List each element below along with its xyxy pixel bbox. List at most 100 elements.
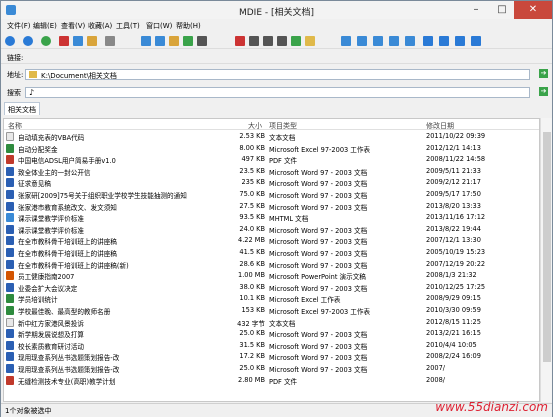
file-row[interactable]: 员工健康指南2007 1.00 MB Microsoft PowerPoint 演示… bbox=[4, 270, 539, 281]
toolbar-button-icon[interactable] bbox=[59, 36, 69, 46]
file-date: 2008/2/24 16:09 bbox=[426, 352, 481, 361]
toolbar-button-icon[interactable] bbox=[455, 36, 465, 46]
txt-file-icon bbox=[6, 317, 14, 327]
pdf-file-icon bbox=[6, 375, 14, 385]
scroll-thumb[interactable] bbox=[543, 132, 551, 362]
toolbar-button-icon[interactable] bbox=[341, 36, 351, 46]
file-type: Microsoft Word 97 - 2003 文档 bbox=[269, 250, 368, 258]
file-row[interactable]: 在全市教科骨干培训班上的讲座稿 41.5 KB Microsoft Word 97 … bbox=[4, 247, 539, 258]
toolbar-button-icon[interactable] bbox=[423, 36, 433, 46]
search-go-icon[interactable]: ➔ bbox=[539, 87, 548, 96]
file-date: 2008/1/3 21:32 bbox=[426, 271, 477, 280]
toolbar-button-icon[interactable] bbox=[183, 36, 193, 46]
menu-item[interactable]: 编辑(E) bbox=[33, 21, 57, 31]
file-size: 23.5 KB bbox=[239, 166, 265, 175]
toolbar-button-icon[interactable] bbox=[197, 36, 207, 46]
file-row[interactable]: 现用现查系列丛书选题策划报告-改 17.2 KB Microsoft Word 97… bbox=[4, 351, 539, 363]
toolbar-button-icon[interactable] bbox=[5, 36, 15, 46]
toolbar-button-icon[interactable] bbox=[73, 36, 83, 46]
toolbar-button-icon[interactable] bbox=[277, 36, 287, 46]
menu-item[interactable]: 文件(F) bbox=[7, 21, 31, 31]
toolbar-button-icon[interactable] bbox=[249, 36, 259, 46]
file-size: 31.5 KB bbox=[239, 340, 265, 349]
menu-item[interactable]: 工具(T) bbox=[116, 21, 140, 31]
file-row[interactable]: 学员培训统计 10.1 KB Microsoft Excel 工作表 2008/9/2… bbox=[4, 293, 539, 305]
toolbar-button-icon[interactable] bbox=[105, 36, 115, 46]
menu-item[interactable]: 窗口(W) bbox=[146, 21, 172, 31]
address-label: 地址: bbox=[7, 71, 24, 79]
toolbar-button-icon[interactable] bbox=[169, 36, 179, 46]
address-bar: 地址: K:\Document\相关文档 ➔ bbox=[1, 67, 552, 82]
xls-file-icon bbox=[6, 306, 14, 315]
col-size-header[interactable]: 大小 bbox=[248, 121, 262, 131]
file-name: 现用现查系列丛书选题策划报告-改 bbox=[18, 366, 120, 374]
file-row[interactable]: 张家研[2009]75号关于组织职业学校学生技能抽测的通知 75.0 KB Micr… bbox=[4, 189, 539, 200]
toolbar-button-icon[interactable] bbox=[471, 36, 481, 46]
col-name-header[interactable]: 名称 bbox=[8, 121, 22, 131]
file-row[interactable]: 致全体业主的一封公开信 23.5 KB Microsoft Word 97 - 20… bbox=[4, 166, 539, 177]
file-row[interactable]: 现用现查系列丛书选题策划报告-改 25.0 KB Microsoft Word 97… bbox=[4, 363, 539, 374]
file-row[interactable]: 学校最佳晚、最高型的教师名册 153 KB Microsoft Excel 97-2… bbox=[4, 305, 539, 316]
col-date-header[interactable]: 修改日期 bbox=[426, 121, 454, 131]
file-row[interactable]: 课示课堂教学评价标准 93.5 KB MHTML 文档 2013/11/16 17:1… bbox=[4, 212, 539, 224]
doc-file-icon bbox=[6, 166, 14, 176]
file-name: 学员培训统计 bbox=[18, 296, 58, 305]
file-row[interactable]: 在全市教科骨干培训班上的讲座稿(新) 28.6 KB Microsoft Word … bbox=[4, 259, 539, 270]
file-row[interactable]: 征求意见稿 235 KB Microsoft Word 97 - 2003 文档 20… bbox=[4, 177, 539, 188]
folder-icon bbox=[29, 71, 37, 78]
toolbar-button-icon[interactable] bbox=[405, 36, 415, 46]
status-bar: 1个对象被选中 www.55dianzi.com bbox=[1, 400, 552, 417]
toolbar-button-icon[interactable] bbox=[235, 36, 245, 46]
toolbar-button-icon[interactable] bbox=[87, 36, 97, 46]
doc-file-icon bbox=[6, 329, 14, 339]
col-type-header[interactable]: 项目类型 bbox=[269, 121, 297, 131]
file-type: Microsoft Word 97 - 2003 文档 bbox=[269, 354, 368, 363]
go-arrow-icon[interactable]: ➔ bbox=[539, 69, 548, 78]
doc-file-icon bbox=[6, 248, 14, 257]
toolbar-button-icon[interactable] bbox=[305, 36, 315, 46]
file-row[interactable]: 无缝检测技术专业(高职)教学计划 2.80 MB PDF 文件 2008/ bbox=[4, 375, 539, 386]
address-input[interactable]: K:\Document\相关文档 bbox=[25, 69, 530, 80]
file-row[interactable]: 在全市教科骨干培训班上的讲座稿 4.22 MB Microsoft Word 97 … bbox=[4, 235, 539, 246]
tab-related-docs[interactable]: 相关文档 bbox=[4, 102, 40, 115]
file-row[interactable]: 业委会扩大会议决定 38.0 KB Microsoft Word 97 - 2003… bbox=[4, 282, 539, 293]
toolbar-button-icon[interactable] bbox=[373, 36, 383, 46]
menu-item[interactable]: 帮助(H) bbox=[176, 21, 201, 31]
file-row[interactable]: 新中红方家港风景投诉 432 字节 文本文档 2012/8/15 11:25 bbox=[4, 317, 539, 328]
file-date: 2012/8/15 11:25 bbox=[426, 317, 481, 326]
file-name: 自动填充表的VBA代码 bbox=[18, 134, 85, 142]
file-row[interactable]: 自动填充表的VBA代码 2.53 KB 文本文档 2011/10/22 09:39 bbox=[4, 131, 539, 142]
toolbar-button-icon[interactable] bbox=[291, 36, 301, 46]
toolbar-button-icon[interactable] bbox=[263, 36, 273, 46]
vertical-scrollbar[interactable] bbox=[540, 118, 552, 402]
file-name: 业委会扩大会议决定 bbox=[18, 284, 78, 293]
title-bar[interactable]: MDIE - [相关文档] – □ ✕ bbox=[1, 1, 552, 19]
close-button[interactable]: ✕ bbox=[514, 1, 552, 19]
file-date: 2008/9/29 09:15 bbox=[426, 294, 481, 303]
toolbar-button-icon[interactable] bbox=[41, 36, 51, 46]
file-row[interactable]: 新学期发展说想及打算 25.0 KB Microsoft Word 97 - 200… bbox=[4, 328, 539, 339]
file-size: 235 KB bbox=[241, 178, 265, 187]
toolbar-button-icon[interactable] bbox=[155, 36, 165, 46]
file-type: Microsoft Word 97 - 2003 文档 bbox=[269, 168, 368, 177]
toolbar-button-icon[interactable] bbox=[357, 36, 367, 46]
file-row[interactable]: 校长素质教育研讨活动 31.5 KB Microsoft Word 97 - 200… bbox=[4, 340, 539, 351]
file-row[interactable]: 自动分配奖金 8.00 KB Microsoft Excel 97-2003 工作表… bbox=[4, 143, 539, 154]
file-row[interactable]: 张家港市教育系统改文、发文须知 27.5 KB Microsoft Word 97 … bbox=[4, 201, 539, 212]
doc-file-icon bbox=[6, 236, 14, 246]
toolbar-button-icon[interactable] bbox=[141, 36, 151, 46]
file-date: 2007/ bbox=[426, 364, 446, 372]
watermark: www.55dianzi.com bbox=[435, 400, 548, 414]
toolbar-button-icon[interactable] bbox=[389, 36, 399, 46]
file-size: 153 KB bbox=[241, 306, 265, 314]
maximize-button[interactable]: □ bbox=[489, 1, 515, 19]
file-name: 课示课堂教学评价标准 bbox=[18, 215, 84, 224]
file-row[interactable]: 中国电信ADSL用户简易手册v1.0 497 KB PDF 文件 2008/11/22… bbox=[4, 154, 539, 165]
search-input[interactable]: ♪ bbox=[25, 87, 530, 98]
menu-item[interactable]: 查看(V) bbox=[61, 21, 85, 31]
minimize-button[interactable]: – bbox=[463, 1, 489, 19]
toolbar-button-icon[interactable] bbox=[23, 36, 33, 46]
file-row[interactable]: 课示课堂教学评价标准 24.0 KB Microsoft Word 97 - 200… bbox=[4, 224, 539, 235]
toolbar-button-icon[interactable] bbox=[439, 36, 449, 46]
menu-item[interactable]: 收藏(A) bbox=[88, 21, 112, 31]
